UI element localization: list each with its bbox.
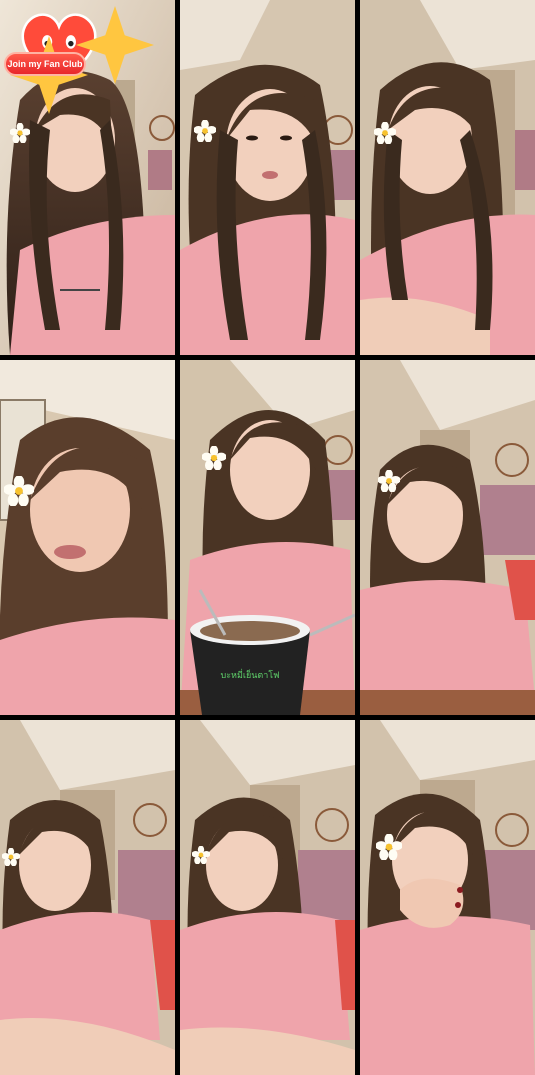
sparkle-icon xyxy=(76,6,154,84)
video-frame-4[interactable] xyxy=(0,360,175,715)
video-frame-3[interactable] xyxy=(360,0,535,355)
frame-4-scene xyxy=(0,360,175,715)
plumeria-flower-icon xyxy=(194,120,216,142)
plumeria-flower-icon xyxy=(2,848,20,866)
video-frame-8[interactable] xyxy=(180,720,355,1075)
frame-2-scene xyxy=(180,0,355,355)
plumeria-flower-icon xyxy=(378,470,400,492)
plumeria-flower-icon xyxy=(4,476,34,506)
plumeria-flower-icon xyxy=(10,123,30,143)
video-frame-grid: Join my Fan Club บะหมี่เย็นตาโฟ xyxy=(0,0,535,1075)
plumeria-flower-icon xyxy=(192,846,210,864)
video-frame-2[interactable] xyxy=(180,0,355,355)
plumeria-flower-icon xyxy=(374,122,396,144)
frame-9-scene xyxy=(360,720,535,1075)
video-frame-9[interactable] xyxy=(360,720,535,1075)
video-frame-7[interactable] xyxy=(0,720,175,1075)
frame-8-scene xyxy=(180,720,355,1075)
video-frame-5[interactable]: บะหมี่เย็นตาโฟ xyxy=(180,360,355,715)
plumeria-flower-icon xyxy=(202,446,226,470)
fan-club-badge[interactable]: Join my Fan Club xyxy=(2,2,154,114)
frame-3-scene xyxy=(360,0,535,355)
join-fan-club-button[interactable]: Join my Fan Club xyxy=(4,52,86,76)
frame-6-scene xyxy=(360,360,535,715)
video-frame-1[interactable]: Join my Fan Club xyxy=(0,0,175,355)
frame-7-scene xyxy=(0,720,175,1075)
video-frame-6[interactable] xyxy=(360,360,535,715)
plumeria-flower-icon xyxy=(376,834,402,860)
frame-5-scene: บะหมี่เย็นตาโฟ xyxy=(180,360,355,715)
